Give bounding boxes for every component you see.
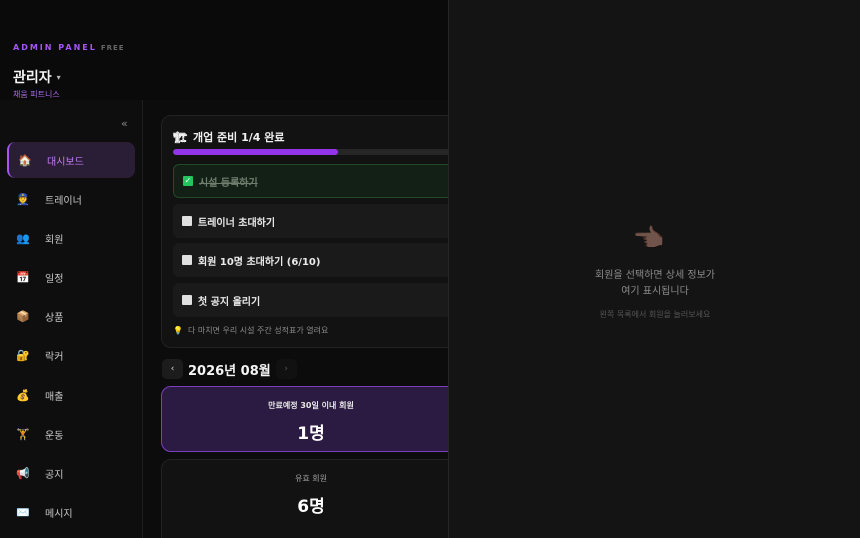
lock-icon: 🔐	[16, 349, 30, 363]
package-icon: 📦	[16, 310, 30, 324]
home-icon: 🏠	[18, 153, 32, 167]
member-detail-panel: 👈🏿 회원을 선택하면 상세 정보가 여기 표시됩니다 왼쪽 목록에서 회원을 …	[448, 0, 860, 538]
sidebar-item-1[interactable]: 👮 트레이너	[7, 181, 135, 217]
empty-state-line2: 여기 표시됩니다	[621, 286, 689, 297]
task-label: 시설 등록하기	[199, 177, 258, 189]
onboarding-task[interactable]: 회원 10명 초대하기 (6/10)	[173, 243, 448, 277]
construction-icon: 🏗	[173, 130, 187, 144]
sidebar-item-3[interactable]: 📅 일정	[7, 260, 135, 296]
sidebar-item-6[interactable]: 💰 매출	[7, 377, 135, 413]
sidebar-item-label: 일정	[45, 274, 64, 286]
envelope-icon: ✉️	[16, 506, 30, 520]
progress-fill	[173, 149, 339, 155]
checkbox-icon	[182, 216, 192, 226]
onboarding-card: 🏗 개업 준비 1/4 완료 ✓ 시설 등록하기트레이너 초대하기회원 10명 초…	[161, 115, 448, 348]
empty-state-subtitle: 왼쪽 목록에서 회원을 눌러보세요	[599, 310, 711, 319]
megaphone-icon: 📢	[16, 467, 30, 480]
empty-state-title: 회원을 선택하면 상세 정보가 여기 표시됩니다	[449, 268, 860, 300]
sidebar-item-7[interactable]: 🏋 운동	[7, 416, 135, 452]
empty-state-line1: 회원을 선택하면 상세 정보가	[595, 270, 715, 281]
stat-value: 1명	[297, 424, 325, 444]
sidebar-item-label: 공지	[45, 470, 64, 481]
sidebar-item-label: 매출	[45, 391, 64, 403]
members-icon: 👥	[16, 231, 30, 245]
task-label: 첫 공지 올리기	[198, 296, 261, 308]
app-root: ADMIN PANEL FREE 관리자 ▾ 채움 피트니스 « 🏠 대시보드 👮 트레…	[0, 0, 860, 538]
brand-label: ADMIN PANEL	[13, 43, 97, 52]
task-label: 회원 10명 초대하기 (6/10)	[198, 256, 321, 268]
checkbox-icon	[182, 255, 192, 265]
sidebar-item-4[interactable]: 📦 상품	[7, 299, 135, 335]
pointing-hand-icon: 👈🏿	[632, 224, 665, 254]
header: ADMIN PANEL FREE 관리자 ▾ 채움 피트니스	[0, 0, 448, 100]
main-content: 🏗 개업 준비 1/4 완료 ✓ 시설 등록하기트레이너 초대하기회원 10명 초…	[143, 100, 448, 538]
stat-value: 6명	[297, 497, 325, 517]
caret-down-icon: ▾	[56, 72, 61, 82]
calendar-icon: 📅	[16, 271, 30, 285]
onboarding-task[interactable]: 트레이너 초대하기	[173, 204, 448, 238]
trainer-icon: 👮	[16, 192, 30, 206]
checked-box-icon: ✓	[183, 176, 193, 186]
sidebar-item-9[interactable]: ✉️ 메시지	[7, 495, 135, 531]
plan-badge: FREE	[100, 44, 125, 52]
sidebar-item-label: 회원	[45, 234, 64, 246]
sidebar-item-label: 운동	[45, 430, 64, 442]
sidebar-item-label: 상품	[45, 313, 64, 325]
sidebar-item-8[interactable]: 📢 공지	[7, 456, 135, 492]
active-members-card[interactable]: 유효 회원 6명	[161, 459, 448, 538]
sidebar: « 🏠 대시보드 👮 트레이너 👥 회원 📅 일정 📦 상품 🔐 락커 💰 매출 🏋 운동 📢 공지 ✉️ 메시지	[0, 100, 143, 538]
collapse-sidebar-icon[interactable]: «	[121, 117, 128, 130]
sidebar-item-label: 락커	[45, 352, 64, 364]
onboarding-task[interactable]: ✓ 시설 등록하기	[173, 164, 448, 198]
expiring-members-card[interactable]: 만료예정 30일 이내 회원 1명	[161, 386, 448, 452]
checkbox-icon	[182, 295, 192, 305]
month-label: 2026년 08월	[188, 363, 271, 379]
stat-label: 만료예정 30일 이내 회원	[268, 401, 354, 410]
next-month-button[interactable]: ›	[275, 359, 297, 379]
sidebar-item-0[interactable]: 🏠 대시보드	[7, 142, 135, 178]
sidebar-item-5[interactable]: 🔐 락커	[7, 338, 135, 374]
sidebar-item-label: 트레이너	[45, 195, 82, 207]
task-label: 트레이너 초대하기	[198, 217, 276, 229]
money-bag-icon: 💰	[16, 388, 30, 402]
gym-name: 채움 피트니스	[13, 90, 60, 99]
user-name: 관리자	[13, 70, 52, 86]
hint-text: 다 마치면 우리 시설 주간 성적표가 열려요	[187, 326, 329, 335]
sidebar-item-label: 대시보드	[47, 156, 84, 168]
onboarding-title: 🏗 개업 준비 1/4 완료	[173, 129, 285, 145]
brand: ADMIN PANEL FREE	[13, 43, 125, 52]
onboarding-task[interactable]: 첫 공지 올리기	[173, 283, 448, 317]
onboarding-title-text: 개업 준비 1/4 완료	[192, 131, 285, 144]
sidebar-item-label: 메시지	[45, 509, 73, 521]
sidebar-item-2[interactable]: 👥 회원	[7, 220, 135, 256]
onboarding-progress-bar	[173, 149, 448, 155]
prev-month-button[interactable]: ‹	[162, 359, 183, 379]
lightbulb-icon: 💡	[173, 326, 183, 335]
stat-label: 유효 회원	[295, 474, 327, 483]
month-navigator: ‹ 2026년 08월 ›	[162, 359, 297, 379]
sidebar-nav: 🏠 대시보드 👮 트레이너 👥 회원 📅 일정 📦 상품 🔐 락커 💰 매출 🏋 운동 📢 공지 ✉️ 메시지	[7, 142, 135, 534]
user-switcher[interactable]: 관리자 ▾	[13, 67, 61, 87]
weightlifting-icon: 🏋	[16, 427, 30, 441]
onboarding-hint: 💡 다 마치면 우리 시설 주간 성적표가 열려요	[173, 325, 328, 336]
